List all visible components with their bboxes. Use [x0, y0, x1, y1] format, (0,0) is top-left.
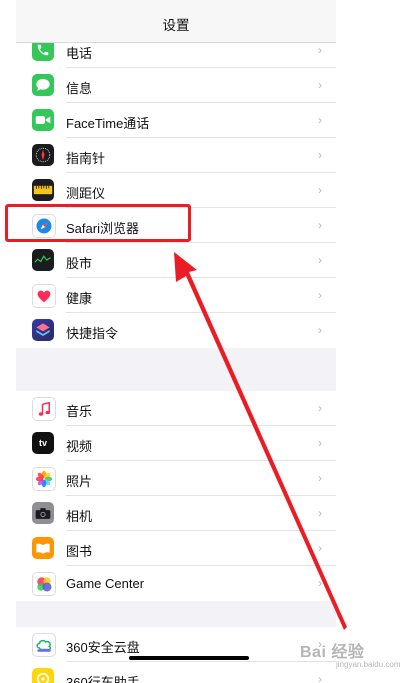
game-center-bubbles-icon	[32, 572, 56, 596]
book-icon	[32, 537, 54, 559]
page-title: 设置	[162, 18, 190, 33]
message-bubble-icon	[32, 74, 54, 96]
settings-row-facetime[interactable]: FaceTime通话 ›	[16, 103, 336, 138]
settings-group-media: 音乐 › tv 视频 › 照片 › 相机 › 图书 › Game Center …	[16, 391, 336, 601]
chevron-right-icon: ›	[318, 506, 322, 520]
music-note-icon	[32, 397, 56, 421]
chevron-right-icon: ›	[318, 148, 322, 162]
settings-screen: 设置 电话 › 信息 › FaceTime通话 › 指南针 › 测距仪 › Sa…	[16, 0, 336, 683]
camera-icon	[32, 502, 54, 524]
chevron-right-icon: ›	[318, 43, 322, 57]
home-indicator[interactable]	[129, 656, 249, 660]
settings-row-shortcuts[interactable]: 快捷指令 ›	[16, 313, 336, 348]
heart-icon	[32, 284, 56, 308]
photos-flower-icon	[32, 467, 56, 491]
settings-row-label: 360安全云盘	[66, 640, 140, 655]
chevron-right-icon: ›	[318, 576, 322, 590]
cloud-drive-icon	[32, 633, 56, 657]
annotation-highlight-box	[5, 204, 191, 242]
settings-row-label: 360行车助手	[66, 675, 140, 683]
group-gap	[16, 601, 336, 627]
settings-row-compass[interactable]: 指南针 ›	[16, 138, 336, 173]
settings-row-music[interactable]: 音乐 ›	[16, 391, 336, 426]
settings-row-label: 健康	[66, 291, 93, 306]
settings-row-photos[interactable]: 照片 ›	[16, 461, 336, 496]
settings-row-health[interactable]: 健康 ›	[16, 278, 336, 313]
chevron-right-icon: ›	[318, 401, 322, 415]
settings-row-measure[interactable]: 测距仪 ›	[16, 173, 336, 208]
chevron-right-icon: ›	[318, 436, 322, 450]
settings-row-label: 照片	[66, 474, 93, 489]
settings-row-camera[interactable]: 相机 ›	[16, 496, 336, 531]
watermark-logo-text: Bai 经验	[300, 644, 365, 661]
group-gap	[16, 348, 336, 391]
compass-icon	[32, 144, 54, 166]
screen: 设置 电话 › 信息 › FaceTime通话 › 指南针 › 测距仪 › Sa…	[0, 0, 415, 683]
settings-row-label: 指南针	[66, 151, 106, 166]
settings-row-messages[interactable]: 信息 ›	[16, 68, 336, 103]
settings-row-tv[interactable]: tv 视频 ›	[16, 426, 336, 461]
settings-row-books[interactable]: 图书 ›	[16, 531, 336, 566]
chevron-right-icon: ›	[318, 288, 322, 302]
navigation-bar: 设置	[16, 0, 336, 43]
watermark-url: jingyan.baidu.com	[336, 660, 401, 669]
settings-row-label: 股市	[66, 256, 93, 271]
settings-row-stocks[interactable]: 股市 ›	[16, 243, 336, 278]
car-assistant-icon	[32, 668, 54, 683]
chevron-right-icon: ›	[318, 323, 322, 337]
settings-list[interactable]: 电话 › 信息 › FaceTime通话 › 指南针 › 测距仪 › Safar…	[16, 33, 336, 683]
video-camera-icon	[32, 109, 54, 131]
stocks-chart-icon	[32, 249, 54, 271]
chevron-right-icon: ›	[318, 218, 322, 232]
settings-row-label: 视频	[66, 439, 93, 454]
chevron-right-icon: ›	[318, 471, 322, 485]
apple-tv-icon: tv	[32, 432, 54, 454]
ruler-icon	[32, 179, 54, 201]
chevron-right-icon: ›	[318, 541, 322, 555]
settings-row-label: 信息	[66, 81, 93, 96]
settings-row-label: 快捷指令	[66, 326, 119, 341]
settings-row-label: 相机	[66, 509, 93, 524]
settings-row-label: FaceTime通话	[66, 116, 150, 131]
settings-row-label: Game Center	[66, 576, 145, 591]
settings-group-third-party: 360安全云盘 › 360行车助手 ›	[16, 627, 336, 683]
chevron-right-icon: ›	[318, 113, 322, 127]
settings-row-label: 图书	[66, 544, 93, 559]
settings-row-game-center[interactable]: Game Center ›	[16, 566, 336, 601]
chevron-right-icon: ›	[318, 78, 322, 92]
settings-row-label: 电话	[66, 46, 93, 61]
shortcuts-icon	[32, 319, 54, 341]
chevron-right-icon: ›	[318, 183, 322, 197]
settings-group-apple-apps: 电话 › 信息 › FaceTime通话 › 指南针 › 测距仪 › Safar…	[16, 33, 336, 348]
watermark: Bai 经验 jingyan.baidu.com	[296, 634, 411, 674]
settings-row-label: 音乐	[66, 404, 93, 419]
settings-row-label: 测距仪	[66, 186, 106, 201]
chevron-right-icon: ›	[318, 253, 322, 267]
apple-tv-icon-text: tv	[38, 438, 47, 448]
settings-row-360-car[interactable]: 360行车助手 ›	[16, 662, 336, 683]
